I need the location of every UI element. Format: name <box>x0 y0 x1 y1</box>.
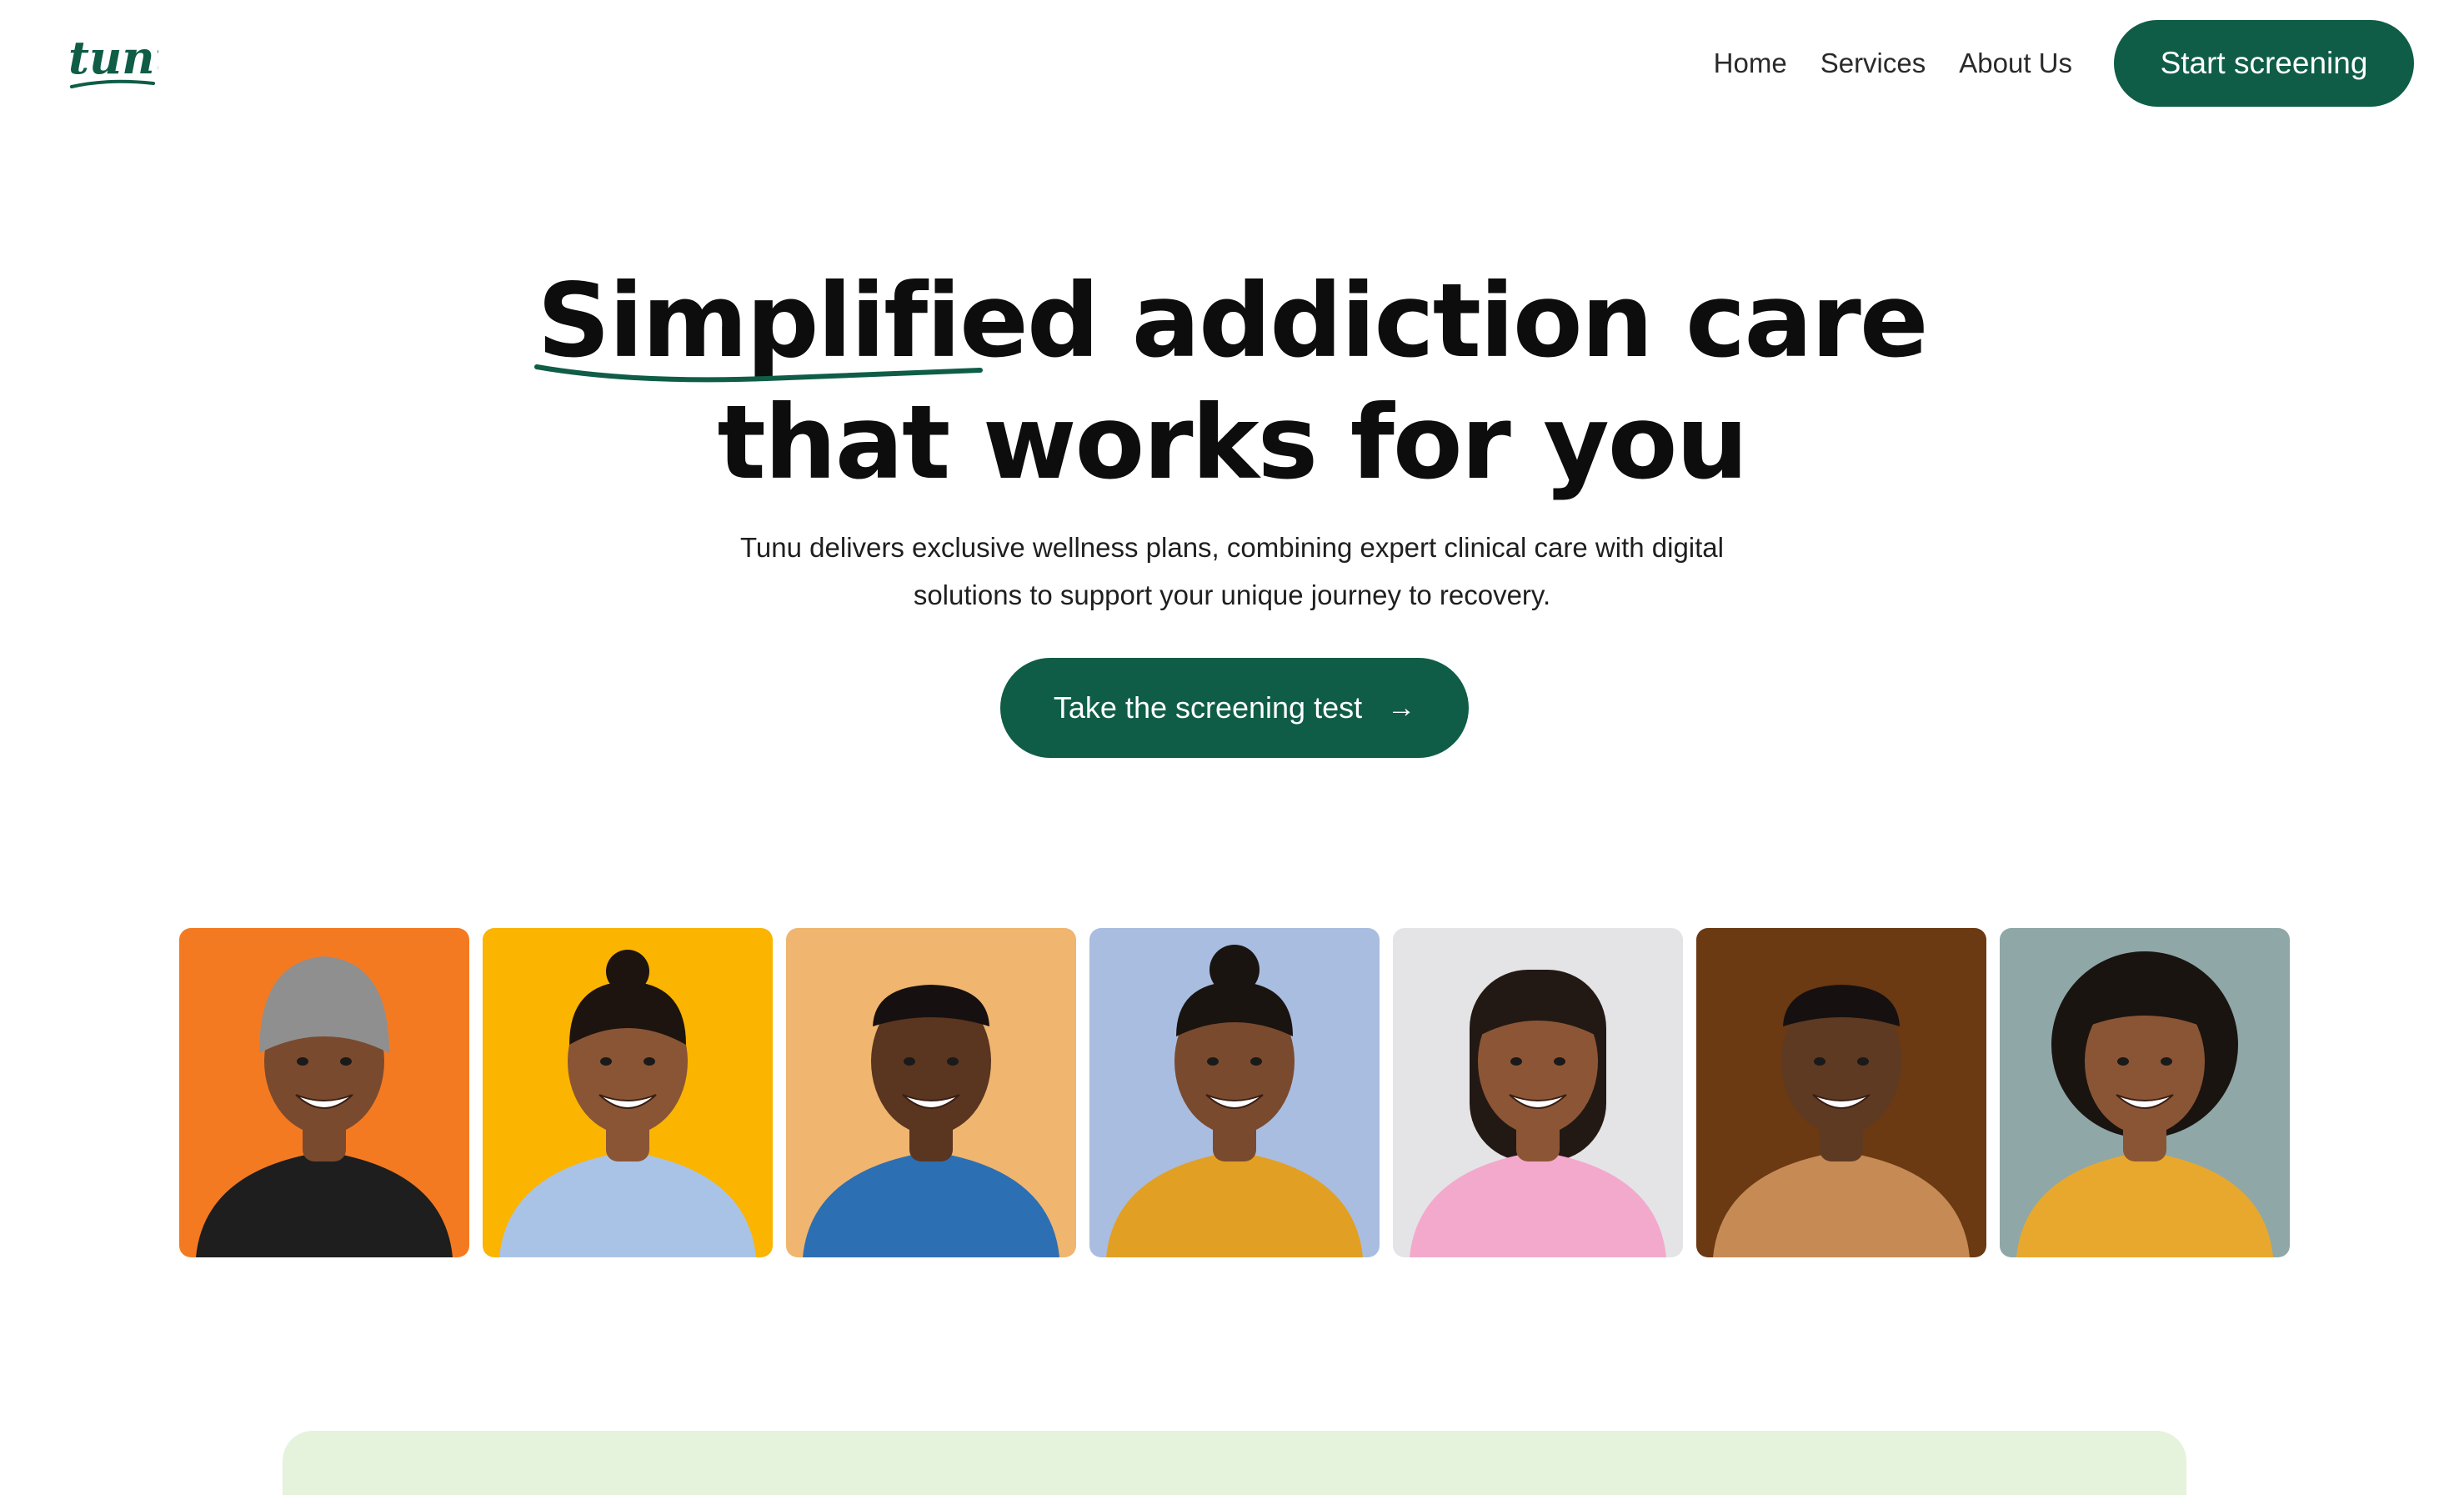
portrait-photo <box>1393 928 1683 1257</box>
hero-subtitle-line-2: solutions to support your unique journey… <box>913 579 1551 610</box>
landing-page: tunu Home Services About Us Start screen… <box>0 0 2464 1495</box>
take-screening-test-label: Take the screening test <box>1053 690 1363 725</box>
portrait-illustration <box>786 928 1076 1257</box>
portrait-illustration <box>179 928 469 1257</box>
portrait-illustration <box>1393 928 1683 1257</box>
start-screening-button[interactable]: Start screening <box>2114 20 2414 107</box>
hero-subtitle: Tunu delivers exclusive wellness plans, … <box>0 524 2464 619</box>
top-nav: Home Services About Us Start screening <box>1714 20 2414 107</box>
headline-line-1-rest: addiction care <box>1098 262 1929 380</box>
hero-subtitle-line-1: Tunu delivers exclusive wellness plans, … <box>740 532 1724 563</box>
headline-highlight-word: Simplified <box>534 260 1099 383</box>
portrait-photo <box>2000 928 2290 1257</box>
tunu-logo[interactable]: tunu <box>67 32 158 93</box>
hero-headline: Simplified addiction care that works for… <box>0 260 2464 504</box>
headline-line-1: Simplified addiction care <box>0 260 2464 383</box>
portrait-photo <box>1089 928 1380 1257</box>
headline-underline-stroke <box>534 364 984 383</box>
portrait-illustration <box>2000 928 2290 1257</box>
portrait-illustration <box>1089 928 1380 1257</box>
nav-about-us-link[interactable]: About Us <box>1959 20 2072 107</box>
logo-mark: tunu <box>68 32 158 88</box>
svg-text:tunu: tunu <box>68 32 158 84</box>
portrait-gallery <box>179 928 2290 1257</box>
portrait-photo <box>483 928 773 1257</box>
take-screening-test-button[interactable]: Take the screening test → <box>1000 658 1469 758</box>
portrait-illustration <box>483 928 773 1257</box>
arrow-right-icon: → <box>1387 691 1416 724</box>
headline-line-2: that works for you <box>717 384 1749 502</box>
portrait-photo <box>1696 928 1986 1257</box>
portrait-photo <box>786 928 1076 1257</box>
promo-panel <box>283 1431 2186 1495</box>
portrait-illustration <box>1696 928 1986 1257</box>
nav-services-link[interactable]: Services <box>1820 20 1926 107</box>
nav-home-link[interactable]: Home <box>1714 20 1787 107</box>
portrait-photo <box>179 928 469 1257</box>
